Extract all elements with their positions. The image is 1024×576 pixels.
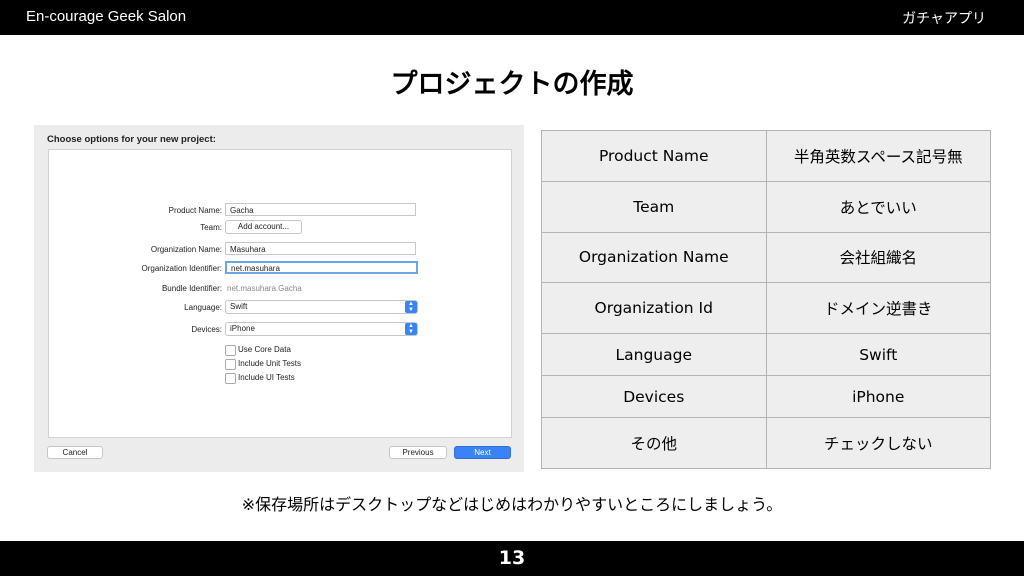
checkbox-label: Use Core Data xyxy=(238,345,291,354)
language-select[interactable]: Swift ▲ ▼ xyxy=(225,300,418,314)
footnote: ※保存場所はデスクトップなどはじめはわかりやすいところにしましょう。 xyxy=(241,495,783,514)
bundle-identifier-row: Bundle Identifier: net.masuhara.Gacha xyxy=(34,281,510,297)
table-cell-value: Swift xyxy=(765,333,991,377)
updown-chevron-icon: ▲ ▼ xyxy=(405,323,417,335)
header-bar: En-courage Geek Salon ガチャアプリ xyxy=(0,0,1024,35)
next-button[interactable]: Next xyxy=(454,446,511,459)
checkbox-box[interactable] xyxy=(225,373,236,384)
devices-row: Devices: iPhone ▲ ▼ xyxy=(34,322,510,338)
table-cell-key: Language xyxy=(541,333,767,377)
table-row: Organization Name 会社組織名 xyxy=(541,231,991,284)
team-label: Team: xyxy=(200,223,222,232)
table-cell-value: 会社組織名 xyxy=(765,231,991,284)
organization-name-row: Organization Name: Masuhara xyxy=(34,242,510,258)
organization-identifier-label: Organization Identifier: xyxy=(141,264,223,273)
cancel-button[interactable]: Cancel xyxy=(47,446,103,459)
table-row: Devices iPhone xyxy=(541,375,991,419)
devices-value: iPhone xyxy=(230,324,255,333)
table-cell-key: その他 xyxy=(541,417,767,469)
page-number: 13 xyxy=(498,547,526,569)
dialog-heading: Choose options for your new project: xyxy=(47,134,216,145)
devices-label: Devices: xyxy=(191,325,222,334)
table-cell-value: iPhone xyxy=(765,375,991,419)
organization-identifier-input[interactable]: net.masuhara xyxy=(225,261,418,274)
bundle-identifier-value: net.masuhara.Gacha xyxy=(227,284,302,293)
organization-identifier-row: Organization Identifier: net.masuhara xyxy=(34,261,510,277)
devices-select[interactable]: iPhone ▲ ▼ xyxy=(225,322,418,336)
table-cell-key: Team xyxy=(541,180,767,233)
table-cell-value: ドメイン逆書き xyxy=(765,282,991,335)
checkbox-box[interactable] xyxy=(225,345,236,356)
bundle-identifier-label: Bundle Identifier: xyxy=(161,284,222,293)
language-value: Swift xyxy=(230,302,248,311)
updown-chevron-icon: ▲ ▼ xyxy=(405,301,417,313)
table-cell-key: Organization Id xyxy=(541,282,767,335)
organization-name-label: Organization Name: xyxy=(150,245,222,254)
table-row: Organization Id ドメイン逆書き xyxy=(541,282,991,335)
header-right-text: ガチャアプリ xyxy=(902,11,986,27)
language-row: Language: Swift ▲ ▼ xyxy=(34,300,510,316)
footer-bar: 13 xyxy=(0,541,1024,576)
table-cell-key: Product Name xyxy=(541,130,767,182)
checkbox-box[interactable] xyxy=(225,359,236,370)
language-label: Language: xyxy=(184,303,222,312)
add-account-button[interactable]: Add account... xyxy=(225,220,302,234)
product-name-row: Product Name: Gacha xyxy=(34,203,510,219)
table-row: その他 チェックしない xyxy=(541,417,991,469)
slide-title: プロジェクトの作成 xyxy=(390,69,634,100)
table-row: Team あとでいい xyxy=(541,180,991,233)
settings-table: Product Name 半角英数スペース記号無 Team あとでいい Orga… xyxy=(541,130,991,469)
header-left-text: En-courage Geek Salon xyxy=(26,8,187,25)
xcode-options-dialog: Choose options for your new project: Pro… xyxy=(34,125,524,472)
table-row: Language Swift xyxy=(541,333,991,377)
table-cell-key: Organization Name xyxy=(541,231,767,284)
table-cell-value: チェックしない xyxy=(765,417,991,469)
team-row: Team: Add account... xyxy=(34,220,510,236)
checkbox-label: Include Unit Tests xyxy=(238,359,301,368)
table-cell-key: Devices xyxy=(541,375,767,419)
table-cell-value: あとでいい xyxy=(765,180,991,233)
table-row: Product Name 半角英数スペース記号無 xyxy=(541,130,991,182)
product-name-label: Product Name: xyxy=(168,206,222,215)
checkbox-label: Include UI Tests xyxy=(238,373,295,382)
organization-name-input[interactable]: Masuhara xyxy=(225,242,416,255)
table-cell-value: 半角英数スペース記号無 xyxy=(765,130,991,182)
product-name-input[interactable]: Gacha xyxy=(225,203,416,216)
previous-button[interactable]: Previous xyxy=(389,446,447,459)
